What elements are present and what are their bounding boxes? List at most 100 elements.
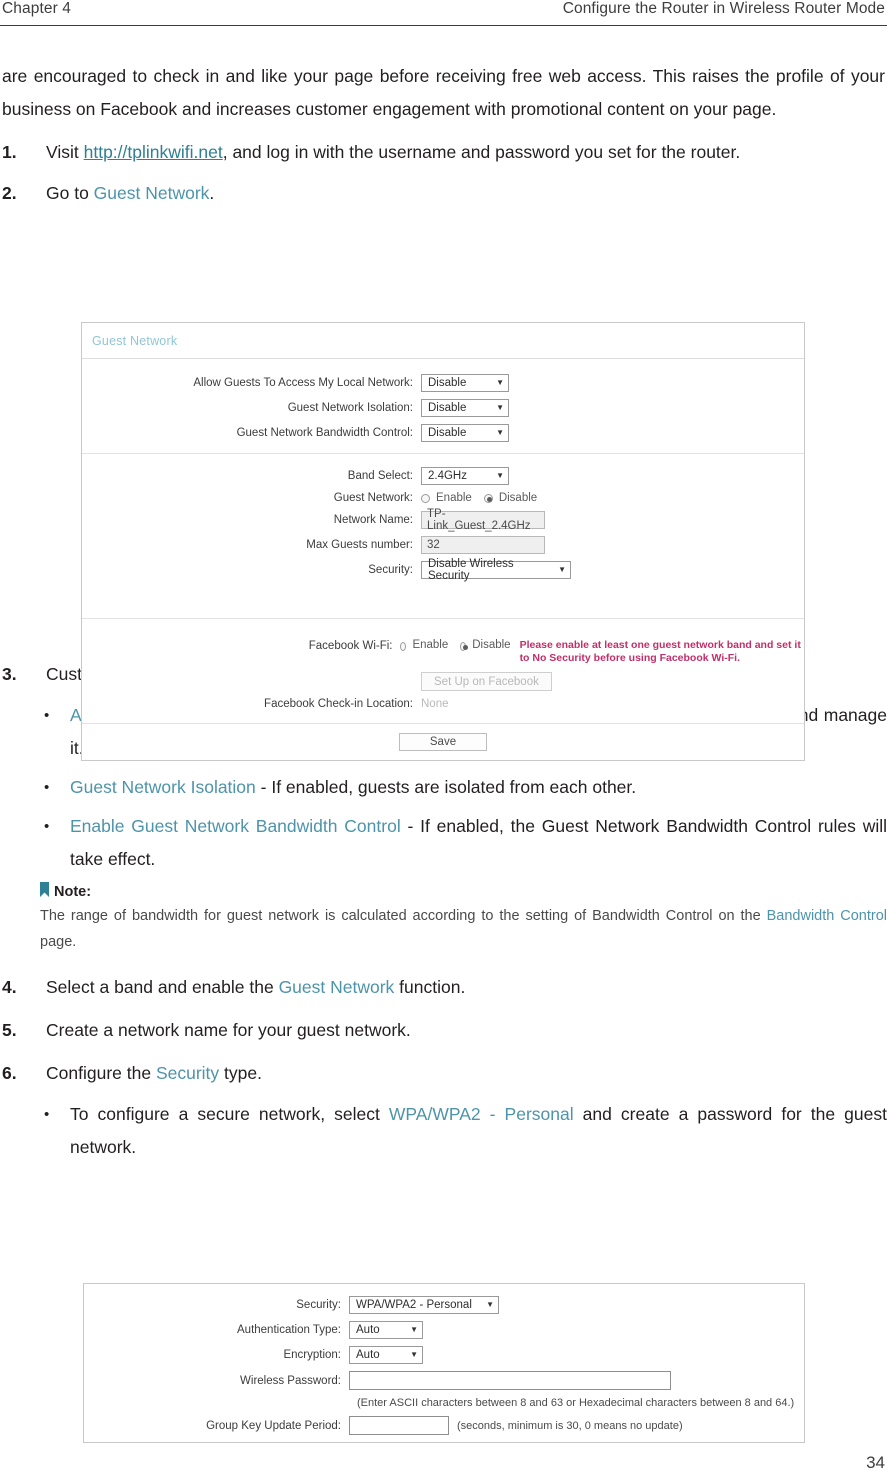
row-facebook-checkin: Facebook Check-in Location: None (82, 698, 804, 710)
step-5-number: 5. (2, 1020, 17, 1040)
guest-bandwidth-control-label: Guest Network Bandwidth Control: (236, 427, 413, 439)
guest-network-enable-radio[interactable] (421, 493, 430, 503)
step-2-number: 2. (2, 183, 17, 203)
row-band-select: Band Select: 2.4GHz ▼ (82, 467, 804, 485)
guest-network-screenshot: Guest Network Allow Guests To Access My … (81, 322, 805, 761)
bullet-marker: • (44, 1106, 50, 1123)
network-name-input[interactable]: TP-Link_Guest_2.4GHz (421, 508, 545, 532)
step-3-number: 3. (2, 664, 17, 684)
header-chapter: Chapter 4 (2, 0, 71, 17)
guest-isolation-control: Disable ▼ (421, 399, 509, 417)
auth-type-label: Authentication Type: (237, 1324, 341, 1336)
guest-network-panel-title: Guest Network (82, 323, 804, 359)
row-network-name: Network Name: TP-Link_Guest_2.4GHz (82, 508, 804, 532)
facebook-wifi-section: Facebook Wi-Fi: Enable Disable Please en… (82, 619, 804, 724)
group-key-period-input[interactable] (349, 1416, 449, 1435)
chevron-down-icon: ▼ (410, 1350, 418, 1359)
guest-isolation-value: Disable (428, 402, 467, 414)
wireless-password-hint: (Enter ASCII characters between 8 and 63… (357, 1397, 795, 1409)
facebook-checkin-value: None (421, 698, 449, 710)
guest-network-disable-label: Disable (498, 492, 538, 504)
allow-guests-access-select[interactable]: Disable ▼ (421, 374, 509, 392)
step-1-text: Visit http://tplinkwifi.net, and log in … (46, 136, 887, 169)
note-label: Note: (54, 883, 92, 900)
band-select-label: Band Select: (347, 470, 413, 482)
intro-paragraph: are encouraged to check in and like your… (2, 66, 885, 119)
guest-isolation-label: Guest Network Isolation: (287, 402, 413, 414)
sec-security-value: WPA/WPA2 - Personal (356, 1299, 472, 1311)
network-name-control: TP-Link_Guest_2.4GHz (421, 508, 545, 532)
row-allow-guests-access: Allow Guests To Access My Local Network:… (82, 374, 804, 392)
auth-type-value: Auto (356, 1324, 380, 1336)
bullet-bandwidth-control: • Enable Guest Network Bandwidth Control… (0, 810, 887, 876)
guest-isolation-select[interactable]: Disable ▼ (421, 399, 509, 417)
note-block: Note: The range of bandwidth for guest n… (0, 882, 887, 955)
encryption-select[interactable]: Auto ▼ (349, 1346, 423, 1364)
save-button[interactable]: Save (399, 733, 487, 751)
sec-security-select[interactable]: WPA/WPA2 - Personal ▼ (349, 1296, 499, 1314)
chevron-down-icon: ▼ (496, 471, 504, 480)
wireless-password-label: Wireless Password: (240, 1374, 341, 1387)
guest-access-section: Allow Guests To Access My Local Network:… (82, 359, 804, 454)
security-label: Security: (368, 564, 413, 576)
chevron-down-icon: ▼ (496, 378, 504, 387)
set-up-on-facebook-button[interactable]: Set Up on Facebook (421, 672, 552, 691)
guest-bandwidth-control-select[interactable]: Disable ▼ (421, 424, 509, 442)
security-settings-screenshot: Security: WPA/WPA2 - Personal ▼ Authenti… (83, 1283, 805, 1443)
step-4-pre: Select a band and enable the (46, 977, 279, 997)
row-wireless-password: Wireless Password: (84, 1371, 804, 1390)
guest-network-disable-radio[interactable] (483, 493, 493, 503)
note-heading: Note: (40, 882, 887, 901)
auth-type-select[interactable]: Auto ▼ (349, 1321, 423, 1339)
chevron-down-icon: ▼ (410, 1325, 418, 1334)
wpa-wpa2-personal-link: WPA/WPA2 - Personal (388, 1104, 574, 1124)
bullet-marker: • (44, 818, 50, 835)
step-1: 1. Visit http://tplinkwifi.net, and log … (0, 136, 887, 169)
bullet-guest-isolation: • Guest Network Isolation - If enabled, … (0, 771, 887, 804)
header-title: Configure the Router in Wireless Router … (562, 0, 885, 17)
max-guests-control: 32 (421, 536, 545, 554)
step-4-link: Guest Network (278, 977, 395, 997)
step-4: 4. Select a band and enable the Guest Ne… (0, 971, 887, 1004)
save-section: Save (82, 724, 804, 760)
security-select[interactable]: Disable Wireless Security ▼ (421, 558, 571, 582)
bookmark-ribbon-icon (40, 882, 49, 901)
row-auth-type: Authentication Type: Auto ▼ (84, 1321, 804, 1339)
row-sec-security: Security: WPA/WPA2 - Personal ▼ (84, 1296, 804, 1314)
band-select-dropdown[interactable]: 2.4GHz ▼ (421, 467, 509, 485)
row-guest-network-toggle: Guest Network: Enable Disable (82, 492, 804, 504)
step-6-text: Configure the Security type. (46, 1057, 887, 1090)
row-group-key-period: Group Key Update Period: (seconds, minim… (84, 1416, 804, 1435)
max-guests-input[interactable]: 32 (421, 536, 545, 554)
step-1-pre: Visit (46, 142, 84, 162)
step-1-post: , and log in with the username and passw… (222, 142, 741, 162)
security-control: Disable Wireless Security ▼ (421, 558, 571, 582)
group-key-period-label: Group Key Update Period: (206, 1419, 341, 1432)
row-security: Security: Disable Wireless Security ▼ (82, 558, 804, 582)
chevron-down-icon: ▼ (496, 428, 504, 437)
row-guest-bandwidth-control: Guest Network Bandwidth Control: Disable… (82, 424, 804, 442)
allow-guests-access-label: Allow Guests To Access My Local Network: (193, 377, 413, 389)
wireless-password-input[interactable] (349, 1371, 671, 1390)
row-setup-facebook: Set Up on Facebook (82, 672, 804, 691)
header-divider (0, 25, 887, 26)
group-key-period-control: (seconds, minimum is 30, 0 means no upda… (349, 1416, 683, 1435)
facebook-enable-radio[interactable] (400, 642, 407, 651)
guest-bandwidth-control-control: Disable ▼ (421, 424, 509, 442)
band-settings-section: Band Select: 2.4GHz ▼ Guest Network: Ena… (82, 454, 804, 619)
bullet-guest-isolation-text: Guest Network Isolation - If enabled, gu… (70, 771, 887, 804)
step-2: 2. Go to Guest Network. (0, 177, 887, 210)
step-5: 5. Create a network name for your guest … (0, 1014, 887, 1047)
tplinkwifi-link[interactable]: http://tplinkwifi.net (84, 142, 223, 162)
note-pre: The range of bandwidth for guest network… (40, 908, 767, 924)
bullet-bandwidth-control-text: Enable Guest Network Bandwidth Control -… (70, 810, 887, 876)
row-guest-isolation: Guest Network Isolation: Disable ▼ (82, 399, 804, 417)
facebook-disable-radio[interactable] (460, 642, 469, 651)
row-encryption: Encryption: Auto ▼ (84, 1346, 804, 1364)
guest-network-label: Guest Network: (333, 492, 413, 504)
step-1-number: 1. (2, 142, 17, 162)
page-number: 34 (866, 1453, 885, 1472)
step-6-pre: Configure the (46, 1063, 156, 1083)
step-2-post: . (209, 183, 215, 203)
group-key-period-hint: (seconds, minimum is 30, 0 means no upda… (457, 1419, 683, 1432)
